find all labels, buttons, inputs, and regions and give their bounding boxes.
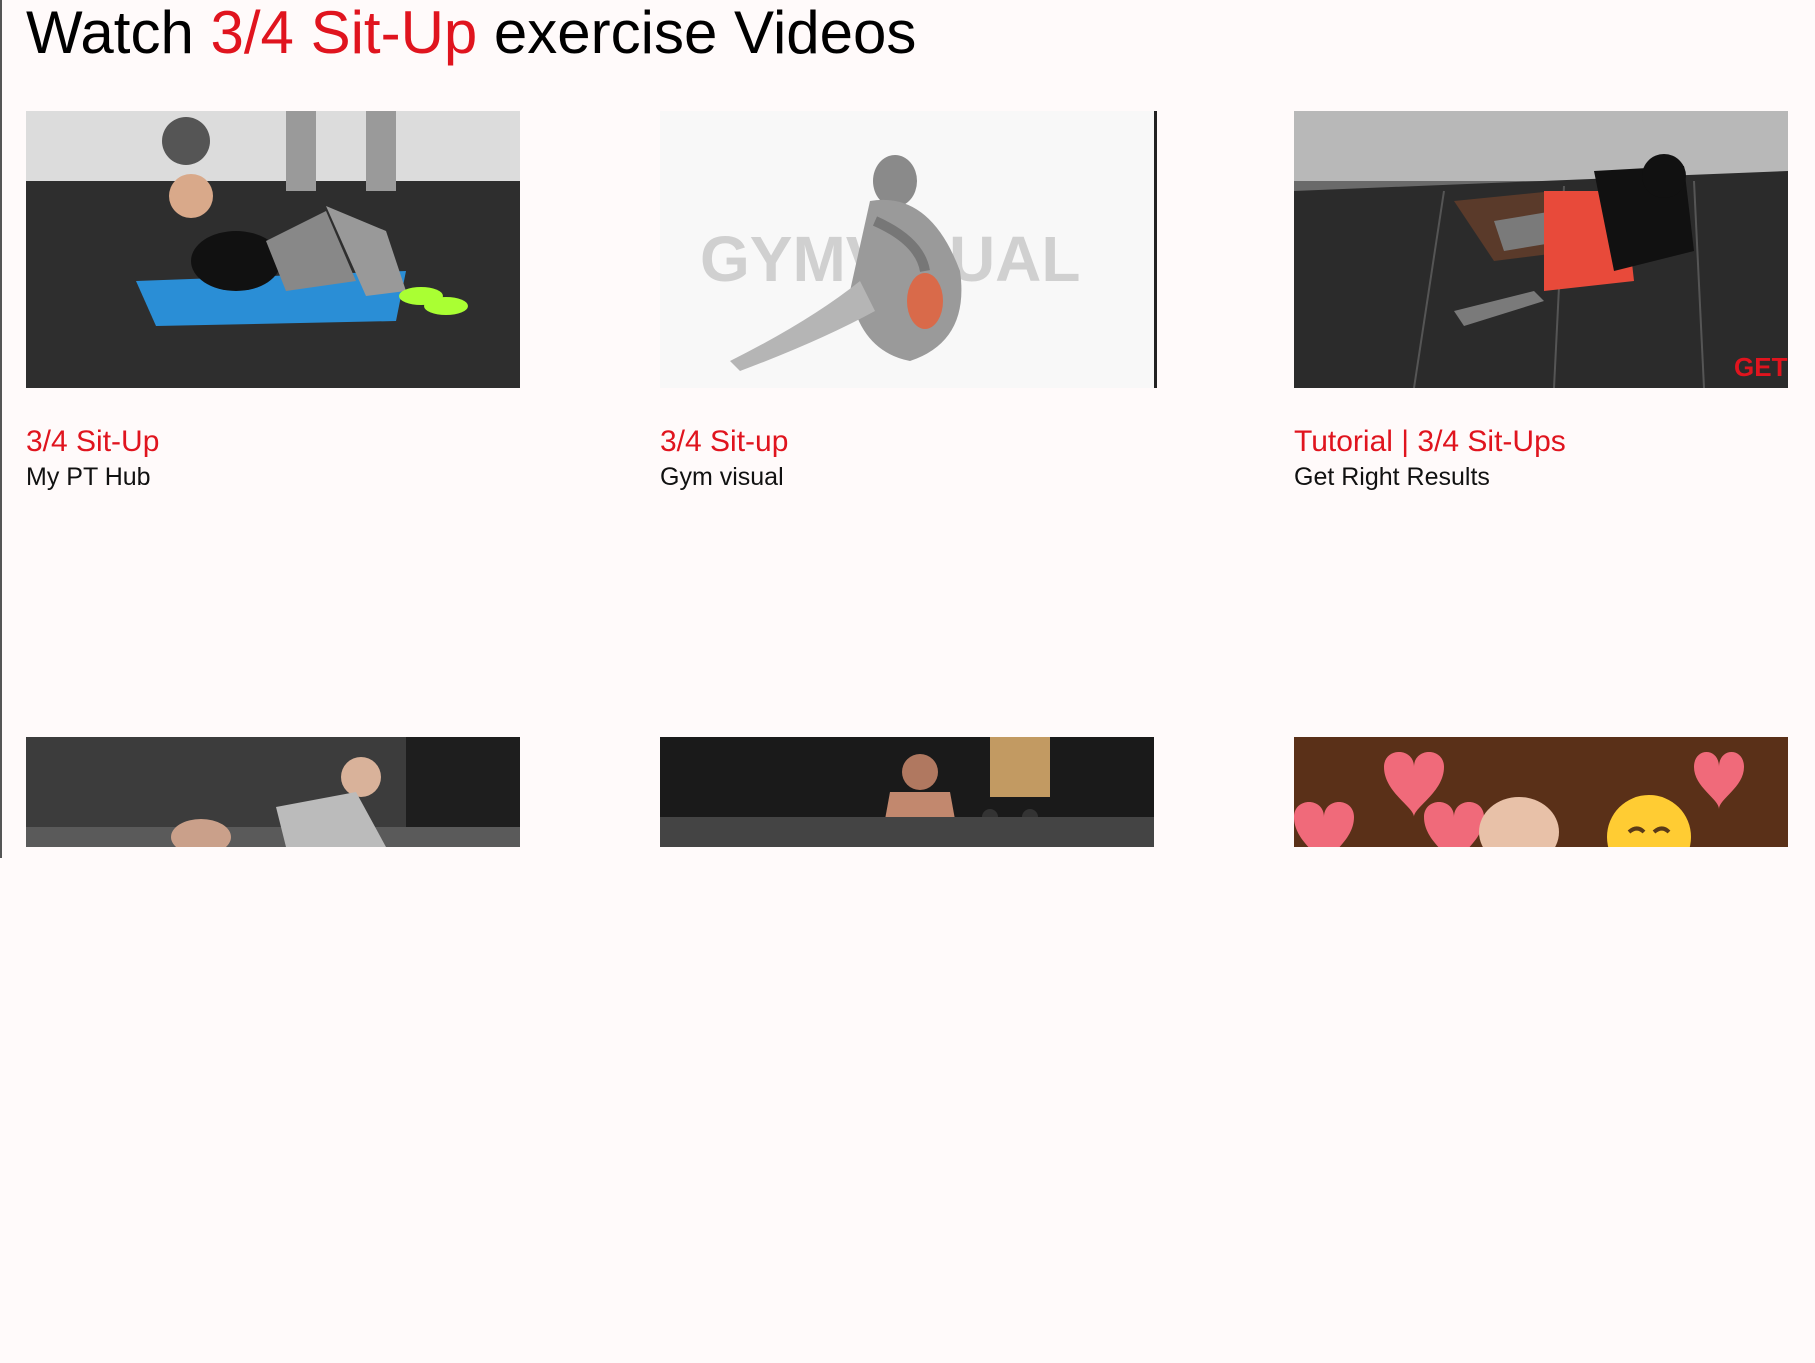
thumbnail-image [1294,737,1788,847]
video-thumbnail[interactable]: GYMVISUAL [660,111,1157,388]
video-thumbnail[interactable]: GET R [1294,111,1788,388]
video-channel: Gym visual [660,463,784,491]
page-title-accent: 3/4 Sit-Up [210,0,478,66]
video-card[interactable]: GYMVISUAL 3/4 Sit-up Gym visual [660,111,1157,737]
video-channel: My PT Hub [26,463,151,491]
video-thumbnail[interactable] [26,737,520,847]
video-channel: Get Right Results [1294,463,1490,491]
thumbnail-image [660,737,1154,847]
video-thumbnail[interactable] [1294,737,1788,847]
video-title-link[interactable]: 3/4 Sit-up [660,424,1154,460]
video-thumbnail[interactable] [26,111,520,388]
video-card[interactable] [660,737,1154,1363]
video-card[interactable]: 3/4 Sit-Up My PT Hub [26,111,520,737]
thumbnail-image: GET R [1294,111,1788,388]
video-card[interactable] [26,737,520,1363]
video-title-link[interactable]: 3/4 Sit-Up [26,424,520,460]
page-title-prefix: Watch [26,0,211,66]
video-card[interactable]: GET R Tutorial | 3/4 Sit-Ups Get Right R… [1294,111,1788,737]
page-title: Watch 3/4 Sit-Up exercise Videos [26,0,916,66]
page-title-suffix: exercise Videos [477,0,917,66]
thumbnail-image: GYMVISUAL [660,111,1154,388]
video-grid: 3/4 Sit-Up My PT Hub GYMVISUAL 3/4 Sit-u… [26,111,1788,1363]
video-card[interactable] [1294,737,1788,1363]
getright-watermark: GET R [1734,352,1788,382]
video-title-link[interactable]: Tutorial | 3/4 Sit-Ups [1294,424,1788,460]
thumbnail-image [26,111,520,388]
video-thumbnail[interactable] [660,737,1154,847]
thumbnail-image [26,737,520,847]
window-edge [0,0,2,858]
